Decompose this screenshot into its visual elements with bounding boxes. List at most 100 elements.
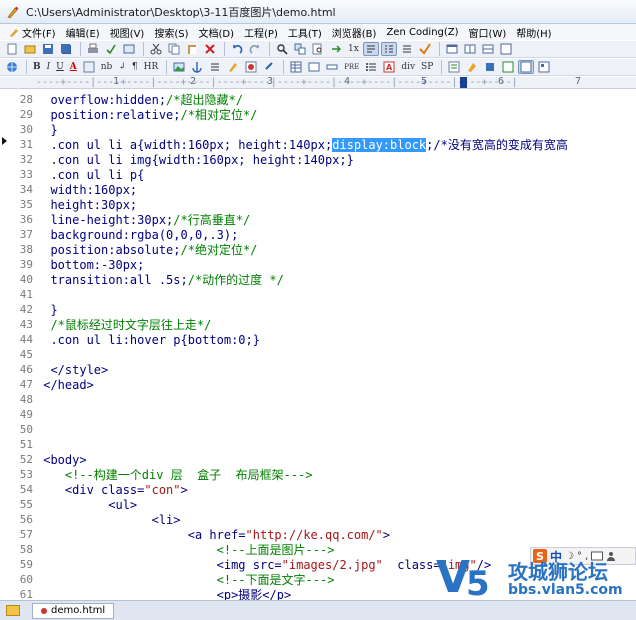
delete-icon[interactable] xyxy=(202,42,218,56)
script-icon[interactable] xyxy=(446,60,462,74)
style-brush-icon[interactable] xyxy=(482,60,498,74)
find-in-files-icon[interactable] xyxy=(310,42,326,56)
tab-demo-html[interactable]: demo.html xyxy=(32,602,115,619)
fullscreen-icon[interactable] xyxy=(498,42,514,56)
code-line[interactable]: .con ul li:hover p{bottom:0;} xyxy=(36,333,260,348)
redo-icon[interactable] xyxy=(247,42,263,56)
align-icon[interactable] xyxy=(207,60,223,74)
paste-icon[interactable] xyxy=(184,42,200,56)
code-line[interactable]: } xyxy=(36,123,57,138)
word-wrap-icon[interactable] xyxy=(362,42,379,56)
browser-icon[interactable] xyxy=(4,60,20,74)
font-color-button[interactable]: A xyxy=(68,60,79,74)
anchor-icon[interactable] xyxy=(189,60,205,74)
media-icon[interactable] xyxy=(518,60,535,74)
copy-icon[interactable] xyxy=(166,42,182,56)
input-icon[interactable] xyxy=(324,60,340,74)
checkmark-icon[interactable] xyxy=(417,42,433,56)
go-to-icon[interactable] xyxy=(328,42,344,56)
code-line[interactable]: position:absolute;/*绝对定位*/ xyxy=(36,243,257,258)
nbsp-button[interactable]: nb xyxy=(99,60,115,74)
code-line[interactable]: background:rgba(0,0,0,.3); xyxy=(36,228,238,243)
comment-icon[interactable] xyxy=(500,60,516,74)
code-line[interactable]: <!--下面是文字---> xyxy=(36,573,335,588)
code-line[interactable]: line-height:30px;/*行高垂直*/ xyxy=(36,213,250,228)
code-line[interactable]: .con ul li img{width:160px; height:140px… xyxy=(36,153,353,168)
menu-window[interactable]: 窗口(W) xyxy=(464,25,512,40)
code-line[interactable]: <img src="images/2.jpg" class="img"/> xyxy=(36,558,492,573)
code-line[interactable]: overflow:hidden;/*超出隐藏*/ xyxy=(36,93,243,108)
save-icon[interactable] xyxy=(40,42,56,56)
list-bullets-icon[interactable] xyxy=(363,60,379,74)
undo-icon[interactable] xyxy=(229,42,245,56)
code-line[interactable]: <div class="con"> xyxy=(36,483,188,498)
menu-browser[interactable]: 浏览器(B) xyxy=(327,25,382,40)
code-editor[interactable]: overflow:hidden;/*超出隐藏*/ position:relati… xyxy=(36,89,636,600)
folder-icon[interactable] xyxy=(6,605,20,616)
find-icon[interactable] xyxy=(274,42,290,56)
image-icon[interactable] xyxy=(171,60,187,74)
sp-button[interactable]: SP xyxy=(419,60,435,74)
window-tile-icon[interactable] xyxy=(462,42,478,56)
line-number: 53 xyxy=(19,468,33,481)
form-icon[interactable] xyxy=(306,60,322,74)
menu-document[interactable]: 文档(D) xyxy=(194,25,240,40)
open-folder-icon[interactable] xyxy=(22,42,38,56)
menu-help[interactable]: 帮助(H) xyxy=(511,25,556,40)
code-line[interactable]: } xyxy=(36,303,57,318)
pre-button[interactable]: PRE xyxy=(342,60,361,74)
code-line[interactable]: </style> xyxy=(36,363,108,378)
code-line[interactable]: </head> xyxy=(36,378,94,393)
code-line[interactable]: bottom:-30px; xyxy=(36,258,144,273)
code-line[interactable]: <a href="http://ke.qq.com/"> xyxy=(36,528,390,543)
window-split-icon[interactable] xyxy=(480,42,496,56)
code-line[interactable]: width:160px; xyxy=(36,183,137,198)
color-picker-icon[interactable] xyxy=(243,60,259,74)
hr-button[interactable]: HR xyxy=(142,60,161,74)
code-line[interactable]: .con ul li p{ xyxy=(36,168,144,183)
css-icon[interactable] xyxy=(464,60,480,74)
menu-project[interactable]: 工程(P) xyxy=(239,25,283,40)
replace-icon[interactable] xyxy=(292,42,308,56)
line-break-button[interactable]: ↲ xyxy=(116,60,128,74)
font-size-icon[interactable]: 1x xyxy=(346,42,361,56)
link-icon[interactable] xyxy=(261,60,277,74)
window-cascade-icon[interactable] xyxy=(444,42,460,56)
text-box-icon[interactable]: A xyxy=(381,60,397,74)
menu-search[interactable]: 搜索(S) xyxy=(149,25,193,40)
code-line[interactable]: <body> xyxy=(36,453,86,468)
code-line[interactable]: <!--构建一个div 层 盒子 布局框架---> xyxy=(36,468,313,483)
flash-icon[interactable] xyxy=(536,60,552,74)
code-line[interactable]: <p>摄影</p> xyxy=(36,588,292,600)
code-line[interactable]: transition:all .5s;/*动作的过度 */ xyxy=(36,273,283,288)
menu-tools[interactable]: 工具(T) xyxy=(283,25,327,40)
menu-file[interactable]: 文件(F) xyxy=(4,25,61,40)
underline-button[interactable]: U xyxy=(54,60,66,74)
menu-view[interactable]: 视图(V) xyxy=(105,25,150,40)
code-line[interactable]: <ul> xyxy=(36,498,137,513)
div-button[interactable]: div xyxy=(399,60,417,74)
list-icon[interactable] xyxy=(399,42,415,56)
selected-text[interactable]: display:block xyxy=(332,138,427,152)
line-numbers-icon[interactable] xyxy=(380,42,397,56)
new-file-icon[interactable] xyxy=(4,42,20,56)
edit-tag-icon[interactable] xyxy=(225,60,241,74)
paragraph-button[interactable]: ¶ xyxy=(130,60,140,74)
table-icon[interactable] xyxy=(288,60,304,74)
spellcheck-icon[interactable] xyxy=(103,42,119,56)
preview-icon[interactable] xyxy=(121,42,137,56)
print-icon[interactable] xyxy=(85,42,101,56)
code-line[interactable]: <li> xyxy=(36,513,181,528)
code-line[interactable]: .con ul li a{width:160px; height:140px;d… xyxy=(36,138,568,153)
menu-zen-coding[interactable]: Zen Coding(Z) xyxy=(381,27,463,38)
bold-button[interactable]: B xyxy=(31,60,43,74)
font-icon[interactable] xyxy=(81,60,97,74)
italic-button[interactable]: I xyxy=(45,60,53,74)
code-line[interactable]: <!--上面是图片---> xyxy=(36,543,335,558)
code-line[interactable]: height:30px; xyxy=(36,198,137,213)
menu-edit[interactable]: 编辑(E) xyxy=(61,25,105,40)
cut-icon[interactable] xyxy=(148,42,164,56)
save-all-icon[interactable] xyxy=(58,42,74,56)
code-line[interactable]: /*鼠标经过时文字层往上走*/ xyxy=(36,318,211,333)
code-line[interactable]: position:relative;/*相对定位*/ xyxy=(36,108,257,123)
